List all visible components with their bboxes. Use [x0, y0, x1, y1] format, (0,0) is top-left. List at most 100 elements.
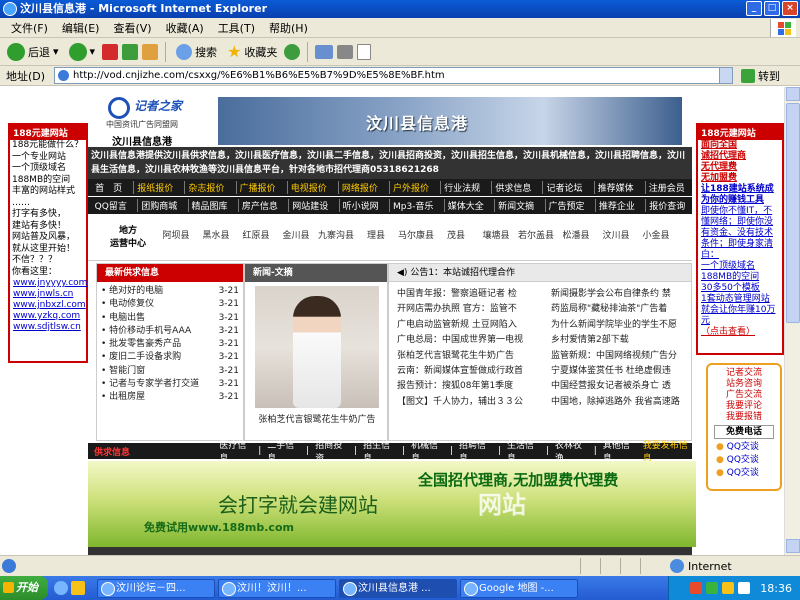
qq-chat-button[interactable]: ● QQ交谈 — [710, 467, 778, 480]
scroll-up-button[interactable] — [786, 87, 800, 101]
news-link[interactable]: 新闻摄影学会公布自律条约 禁 — [551, 287, 699, 302]
list-item[interactable]: 废旧二手设备求购 3-21 — [101, 351, 239, 364]
ad-link[interactable]: 面向全国 — [698, 140, 782, 151]
supply-title[interactable]: 记者与专家学者打交道 — [101, 378, 199, 391]
contact-line[interactable]: 我要报错 — [710, 412, 778, 423]
nav-link[interactable]: Mp3-音乐 — [388, 199, 436, 212]
nav-link[interactable]: 房产信息 — [237, 199, 281, 212]
supply-title[interactable]: 电脑出售 — [101, 312, 145, 325]
nav-link[interactable]: 报价查询 — [645, 199, 688, 212]
nav-link[interactable]: 电视报价 — [286, 181, 330, 194]
nav-link[interactable]: 团购商城 — [137, 199, 180, 212]
news-photo[interactable] — [255, 286, 379, 408]
close-button[interactable]: × — [782, 1, 798, 16]
nav-link[interactable]: 广播报价 — [235, 181, 279, 194]
edit-page-icon[interactable] — [357, 43, 372, 60]
window-titlebar[interactable]: 汶川县信息港 - Microsoft Internet Explorer _ □… — [0, 0, 800, 18]
town-link[interactable]: 汶川县 — [596, 228, 636, 241]
nav-link[interactable]: 听小说网 — [338, 199, 382, 212]
tray-icon[interactable] — [722, 582, 735, 594]
nav-link[interactable]: 报纸报价 — [133, 181, 176, 194]
town-link[interactable]: 马尔康县 — [396, 228, 436, 241]
nav-link[interactable]: 杂志报价 — [184, 181, 227, 194]
news-link[interactable]: 药监局称"藏秘排油茶"广告着 — [551, 302, 699, 317]
nav-link[interactable]: 广告预定 — [544, 199, 588, 212]
news-link[interactable]: 广电总局：中国成世界第一电视 — [397, 333, 545, 348]
list-item[interactable]: 记者与专家学者打交道 3-21 — [101, 378, 239, 391]
ad-link[interactable]: www.sdjtlsw.cn — [10, 322, 86, 333]
taskbar-item[interactable]: Google 地图 -... — [460, 578, 578, 598]
taskbar-item[interactable]: 汶川！汶川！... — [218, 578, 336, 598]
refresh-icon[interactable] — [122, 43, 139, 60]
ad-link[interactable]: 为你的赚钱工具 — [698, 195, 782, 206]
supply-title[interactable]: 智能门窗 — [101, 365, 145, 378]
volume-icon[interactable] — [738, 582, 751, 594]
ad-link[interactable]: 让188建站系统成 — [698, 184, 782, 195]
list-item[interactable]: 电脑出售 3-21 — [101, 312, 239, 325]
town-link[interactable]: 红原县 — [236, 228, 276, 241]
start-button[interactable]: 开始 — [0, 576, 48, 600]
back-button[interactable]: 后退 ▾ — [4, 40, 62, 64]
town-link[interactable]: 茂县 — [436, 228, 476, 241]
ad-link[interactable]: www.jnwls.cn — [10, 289, 86, 300]
media-icon[interactable] — [284, 43, 301, 60]
ad-link[interactable]: 188MB的空间 — [698, 272, 782, 283]
scroll-thumb[interactable] — [786, 103, 800, 323]
supply-title[interactable]: 废旧二手设备求购 — [101, 351, 181, 364]
town-link[interactable]: 金川县 — [276, 228, 316, 241]
ad-link[interactable]: 1套动态管理网站 — [698, 294, 782, 305]
ad-link[interactable]: www.jnyyyy.com — [10, 278, 87, 289]
ad-link[interactable]: 就会让你年赚10万元 — [698, 305, 782, 327]
list-item[interactable]: 电动修复仪 3-21 — [101, 298, 239, 311]
town-link[interactable]: 阿坝县 — [156, 228, 196, 241]
contact-line[interactable]: 广告交流 — [710, 390, 778, 401]
right-ad-box[interactable]: 188元建网站 面向全国 诚招代理商 无代理费 无加盟费 让188建站系统成 为… — [696, 123, 784, 355]
news-link[interactable]: 中国地，除掉逃路外 我省高速路 — [551, 395, 699, 410]
news-link[interactable]: 宁夏媒体鉴赏任书 杜绝虚假违 — [551, 364, 699, 379]
nav-link[interactable]: QQ留言 — [92, 199, 130, 212]
menu-tools[interactable]: 工具(T) — [211, 20, 262, 36]
supply-title[interactable]: 批发零售豪秀产品 — [101, 338, 181, 351]
nav-link[interactable]: 行业法规 — [440, 181, 483, 194]
menu-favorites[interactable]: 收藏(A) — [159, 20, 211, 36]
nav-link[interactable]: 网络报价 — [337, 181, 381, 194]
address-dropdown-button[interactable] — [719, 67, 733, 84]
news-link[interactable]: 为什么新闻学院毕业的学生不愿 — [551, 318, 699, 333]
news-link[interactable]: 中国青年报：警察追砸记者 检 — [397, 287, 545, 302]
maximize-button[interactable]: □ — [764, 1, 780, 16]
mail-icon[interactable] — [315, 44, 334, 59]
nav-link[interactable]: 首 页 — [92, 181, 125, 194]
nav-link[interactable]: 注册会员 — [644, 181, 688, 194]
vertical-scrollbar[interactable] — [784, 87, 800, 555]
photo-caption[interactable]: 张柏芝代言银鹭花生牛奶广告 — [249, 412, 385, 425]
forward-button[interactable]: ▾ — [66, 40, 99, 64]
ie-quicklaunch-icon[interactable] — [54, 581, 68, 595]
menu-file[interactable]: 文件(F) — [4, 20, 55, 36]
nav-link[interactable]: 户外报价 — [389, 181, 432, 194]
news-link[interactable]: 张柏芝代言银鹭花生牛奶广告 — [397, 349, 545, 364]
list-item[interactable]: 特价移动手机号AAA 3-21 — [101, 325, 239, 338]
town-link[interactable]: 若尔盖县 — [516, 228, 556, 241]
chevron-down-icon[interactable]: ▾ — [90, 45, 96, 58]
nav-link[interactable]: 新闻文摘 — [494, 199, 537, 212]
town-link[interactable]: 九寨沟县 — [316, 228, 356, 241]
menu-help[interactable]: 帮助(H) — [262, 20, 315, 36]
header-banner[interactable]: 汶川县信息港 — [218, 97, 682, 145]
town-link[interactable]: 黑水县 — [196, 228, 236, 241]
address-input[interactable]: http://vod.cnjizhe.com/csxxg/%E6%B1%B6%E… — [54, 67, 720, 84]
home-icon[interactable] — [142, 43, 159, 60]
tray-icon[interactable] — [690, 582, 703, 594]
stop-icon[interactable] — [102, 43, 119, 60]
free-phone-button[interactable]: 免费电话 — [714, 425, 774, 439]
town-link[interactable]: 松潘县 — [556, 228, 596, 241]
chevron-down-icon[interactable]: ▾ — [53, 45, 59, 58]
nav-link[interactable]: 媒体大全 — [443, 199, 487, 212]
town-link[interactable]: 理县 — [356, 228, 396, 241]
scroll-down-button[interactable] — [786, 539, 800, 553]
go-button[interactable]: 转到 — [741, 68, 780, 84]
news-link[interactable]: 监管新规：中国网络视频广告分 — [551, 349, 699, 364]
nav-link[interactable]: 记者论坛 — [542, 181, 585, 194]
contact-line[interactable]: 站务咨询 — [710, 379, 778, 390]
ad-more-link[interactable]: （点击查看） — [698, 327, 782, 338]
town-link[interactable]: 小金县 — [636, 228, 676, 241]
